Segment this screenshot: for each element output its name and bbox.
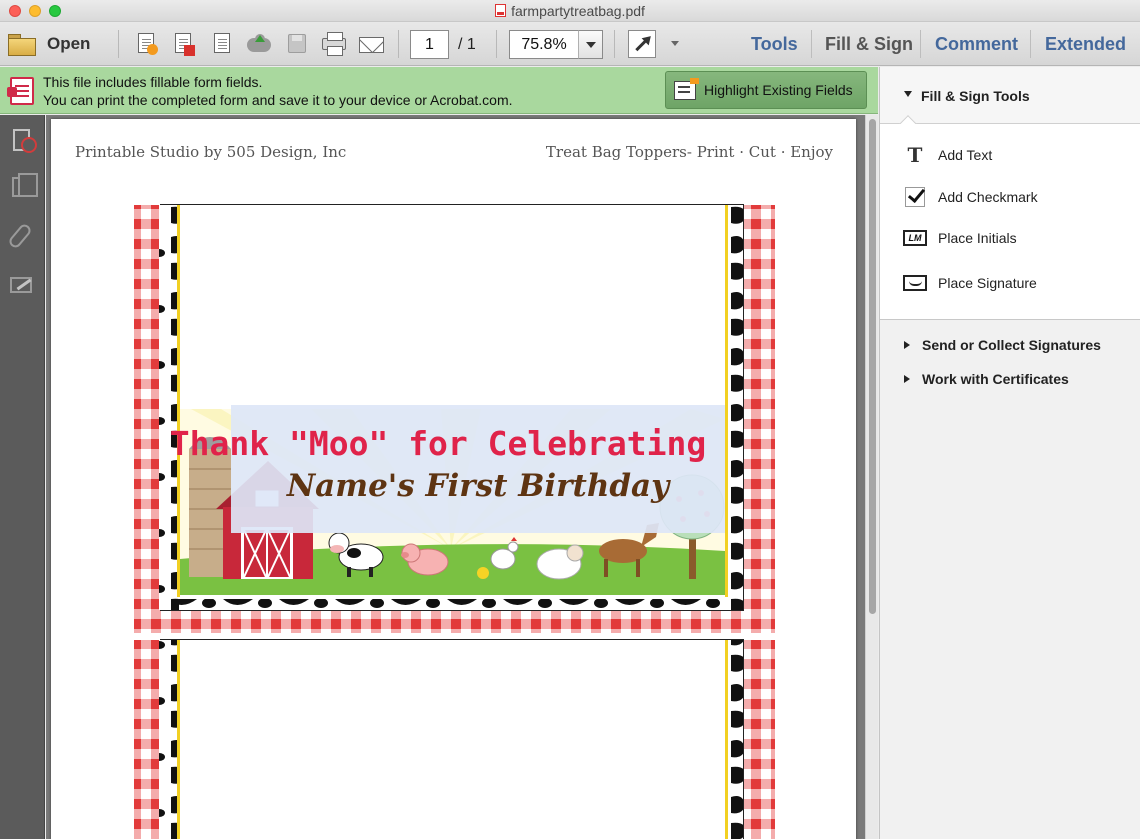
place-initials-label: Place Initials (938, 230, 1017, 246)
print-icon[interactable] (321, 32, 347, 56)
signature-icon (903, 275, 927, 291)
fill-sign-tools-list: T Add Text Add Checkmark LM Place Initia… (880, 124, 1140, 320)
main-toolbar: Open 1 / 1 75.8% Tools Fill & Sign Comme… (0, 22, 1140, 66)
tab-divider (1030, 30, 1031, 58)
work-with-certificates-section[interactable]: Work with Certificates (904, 371, 1069, 387)
send-collect-label: Send or Collect Signatures (922, 337, 1101, 353)
initials-icon: LM (903, 230, 927, 246)
place-signature-label: Place Signature (938, 275, 1037, 291)
toolbar-options-chevron-icon[interactable] (671, 41, 679, 46)
add-checkmark-tool[interactable]: Add Checkmark (903, 186, 1038, 208)
page-total-label: / 1 (458, 36, 476, 53)
zoom-dropdown-chevron-icon[interactable] (578, 30, 603, 59)
fit-page-expand-icon[interactable] (628, 30, 656, 58)
form-fields-notice-bar: This file includes fillable form fields.… (0, 67, 878, 114)
certificates-label: Work with Certificates (922, 371, 1069, 387)
add-text-label: Add Text (938, 147, 993, 163)
checkmark-icon (905, 187, 925, 207)
signatures-icon[interactable] (10, 277, 32, 293)
toolbar-divider (496, 30, 497, 58)
toolbar-divider (398, 30, 399, 58)
toolbar-divider (614, 30, 615, 58)
send-or-collect-signatures-section[interactable]: Send or Collect Signatures (904, 337, 1101, 353)
vertical-scrollbar[interactable] (865, 115, 878, 839)
window-title: farmpartytreatbag.pdf (0, 3, 1140, 19)
add-checkmark-label: Add Checkmark (938, 189, 1038, 205)
place-initials-tool[interactable]: LM Place Initials (903, 227, 1017, 249)
place-signature-tool[interactable]: Place Signature (903, 272, 1037, 294)
notice-message: This file includes fillable form fields.… (43, 73, 513, 109)
save-disk-icon[interactable] (284, 32, 310, 56)
notice-line-2: You can print the completed form and sav… (43, 92, 513, 108)
document-viewport[interactable]: Printable Studio by 505 Design, Inc Trea… (46, 115, 878, 839)
collapsed-triangle-icon (904, 375, 910, 383)
left-navigation-pane (0, 115, 45, 839)
banner-name: Name's First Birthday (286, 468, 671, 504)
highlight-button-label: Highlight Existing Fields (704, 82, 853, 98)
tab-divider (811, 30, 812, 58)
collapsed-triangle-icon (904, 341, 910, 349)
open-button[interactable]: Open (8, 30, 90, 58)
tab-fill-and-sign[interactable]: Fill & Sign (825, 34, 913, 55)
add-text-tool[interactable]: T Add Text (903, 143, 993, 167)
email-envelope-icon[interactable] (358, 32, 384, 56)
zoom-input[interactable]: 75.8% (509, 30, 579, 59)
attachments-paperclip-icon[interactable] (7, 222, 33, 250)
page-number-input[interactable]: 1 (410, 30, 449, 59)
export-pdf-icon[interactable] (170, 32, 196, 56)
open-label: Open (47, 34, 91, 53)
fill-sign-tools-title: Fill & Sign Tools (921, 88, 1030, 104)
pdf-page: Printable Studio by 505 Design, Inc Trea… (51, 119, 856, 839)
banner-title: Thank "Moo" for Celebrating (170, 424, 706, 463)
highlight-fields-icon (674, 77, 699, 100)
tab-extended[interactable]: Extended (1045, 34, 1126, 55)
tab-comment[interactable]: Comment (935, 34, 1018, 55)
treat-bag-topper-artwork: Thank "Moo" for Celebrating Name's First… (134, 204, 775, 839)
window-titlebar: farmpartytreatbag.pdf (0, 0, 1140, 22)
notice-line-1: This file includes fillable form fields. (43, 74, 263, 90)
edit-pdf-icon[interactable] (209, 32, 235, 56)
tab-divider (920, 30, 921, 58)
pdf-file-icon (495, 4, 507, 17)
page-thumbnails-icon[interactable] (13, 129, 37, 153)
pages-copy-icon[interactable] (12, 173, 38, 197)
tab-tools[interactable]: Tools (751, 34, 798, 55)
expand-triangle-icon (904, 91, 912, 97)
scrollbar-thumb[interactable] (869, 119, 876, 614)
fill-and-sign-panel: Fill & Sign Tools T Add Text Add Checkma… (879, 67, 1140, 839)
folder-icon (8, 34, 36, 56)
fill-sign-tools-header[interactable]: Fill & Sign Tools (880, 67, 1140, 124)
window-title-text: farmpartytreatbag.pdf (511, 3, 645, 19)
create-pdf-icon[interactable] (133, 32, 159, 56)
text-t-icon: T (907, 143, 923, 167)
upload-cloud-icon[interactable] (246, 32, 272, 56)
form-document-icon (7, 77, 34, 105)
toolbar-divider (118, 30, 119, 58)
highlight-existing-fields-button[interactable]: Highlight Existing Fields (665, 71, 867, 109)
